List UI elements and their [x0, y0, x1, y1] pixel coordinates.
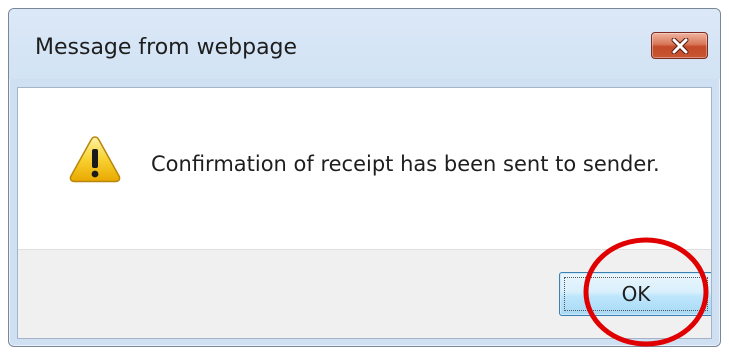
message-panel: Confirmation of receipt has been sent to…: [18, 88, 711, 249]
red-highlight-circle: [583, 237, 709, 347]
warning-icon: [69, 136, 121, 183]
dialog-title: Message from webpage: [35, 35, 298, 60]
screenshot-stage: Message from webpage Confirmation of rec…: [0, 0, 729, 354]
dialog-title-bar[interactable]: Message from webpage: [9, 9, 720, 79]
close-button[interactable]: [651, 32, 708, 59]
close-x-icon: [671, 37, 688, 54]
message-text: Confirmation of receipt has been sent to…: [151, 152, 660, 176]
